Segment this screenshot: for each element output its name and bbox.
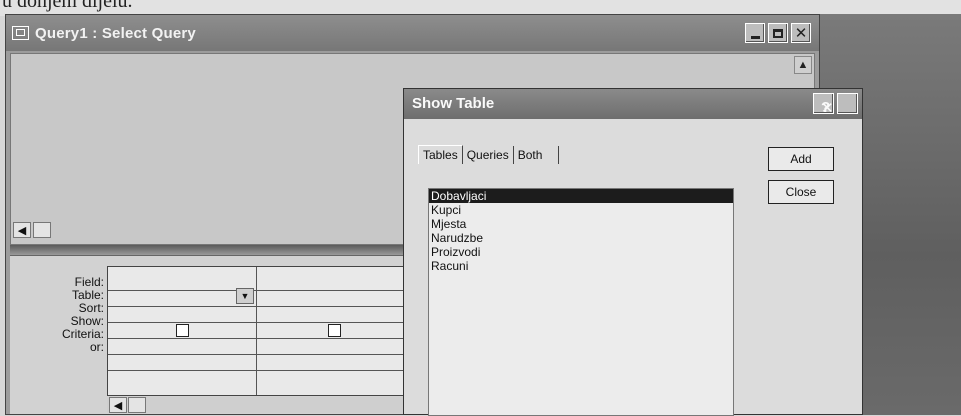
maximize-button[interactable] [768,23,788,43]
grid-row-line [108,322,408,323]
add-button[interactable]: Add [768,147,834,171]
dialog-title: Show Table [412,95,495,112]
close-dialog-button[interactable]: Close [768,180,834,204]
grid-row-line [108,306,408,307]
show-table-dialog: Show Table ? ✕ Tables Queries Both Dobav… [403,88,863,416]
list-item[interactable]: Dobavljaci [429,189,733,203]
query-title-bar[interactable]: Query1 : Select Query ✕ [6,15,819,51]
grid-scroll-left-button[interactable]: ◀ [109,397,127,413]
list-item[interactable]: Proizvodi [429,245,733,259]
tab-both[interactable]: Both [514,146,547,164]
show-checkbox-1[interactable] [176,324,189,337]
dialog-tabs: Tables Queries Both [418,145,560,164]
list-item[interactable]: Mjesta [429,217,733,231]
grid-column-divider [256,267,257,395]
chevron-down-icon: ▼ [240,291,250,301]
close-button[interactable]: ✕ [791,23,811,43]
scroll-thumb[interactable] [33,222,51,238]
list-item[interactable]: Kupci [429,203,733,217]
grid-hscroll[interactable]: ◀ [107,397,407,413]
grid-row-line [108,338,408,339]
grid-row-line [108,290,408,291]
scroll-left-button[interactable]: ◀ [13,222,31,238]
grid-row-line [108,370,408,371]
query-window-buttons: ✕ [745,23,811,43]
close-icon: ✕ [821,100,834,117]
design-grid[interactable]: ▼ [107,266,409,396]
field-dropdown-button[interactable]: ▼ [236,288,254,304]
tables-list[interactable]: Dobavljaci Kupci Mjesta Narudzbe Proizvo… [428,188,734,416]
query-window-icon [12,26,29,40]
grid-label-or: or: [89,340,104,354]
grid-scroll-thumb[interactable] [128,397,146,413]
show-checkbox-2[interactable] [328,324,341,337]
dialog-close-button[interactable]: ✕ [821,93,858,117]
grid-row-labels: Field: Table: Sort: Show: Criteria: or: [62,276,104,354]
grid-row-line [108,354,408,355]
scroll-up-button[interactable]: ▲ [794,56,812,74]
scroll-up-icon: ▲ [797,59,809,71]
minimize-button[interactable] [745,23,765,43]
dialog-title-buttons: ? ✕ [813,93,858,117]
scroll-left-icon: ◀ [17,224,27,237]
list-item[interactable]: Racuni [429,259,733,273]
page-text-line: u donjem dijelu. [2,0,133,12]
table-pane-hscroll[interactable]: ◀ [13,222,63,238]
close-icon: ✕ [794,25,808,42]
query-title: Query1 : Select Query [35,24,196,42]
tab-divider [558,145,560,164]
list-item[interactable]: Narudzbe [429,231,733,245]
scroll-left-icon: ◀ [113,399,123,412]
dialog-title-bar[interactable]: Show Table ? ✕ [404,89,862,119]
tab-queries[interactable]: Queries [463,146,513,164]
tab-tables[interactable]: Tables [418,145,463,164]
